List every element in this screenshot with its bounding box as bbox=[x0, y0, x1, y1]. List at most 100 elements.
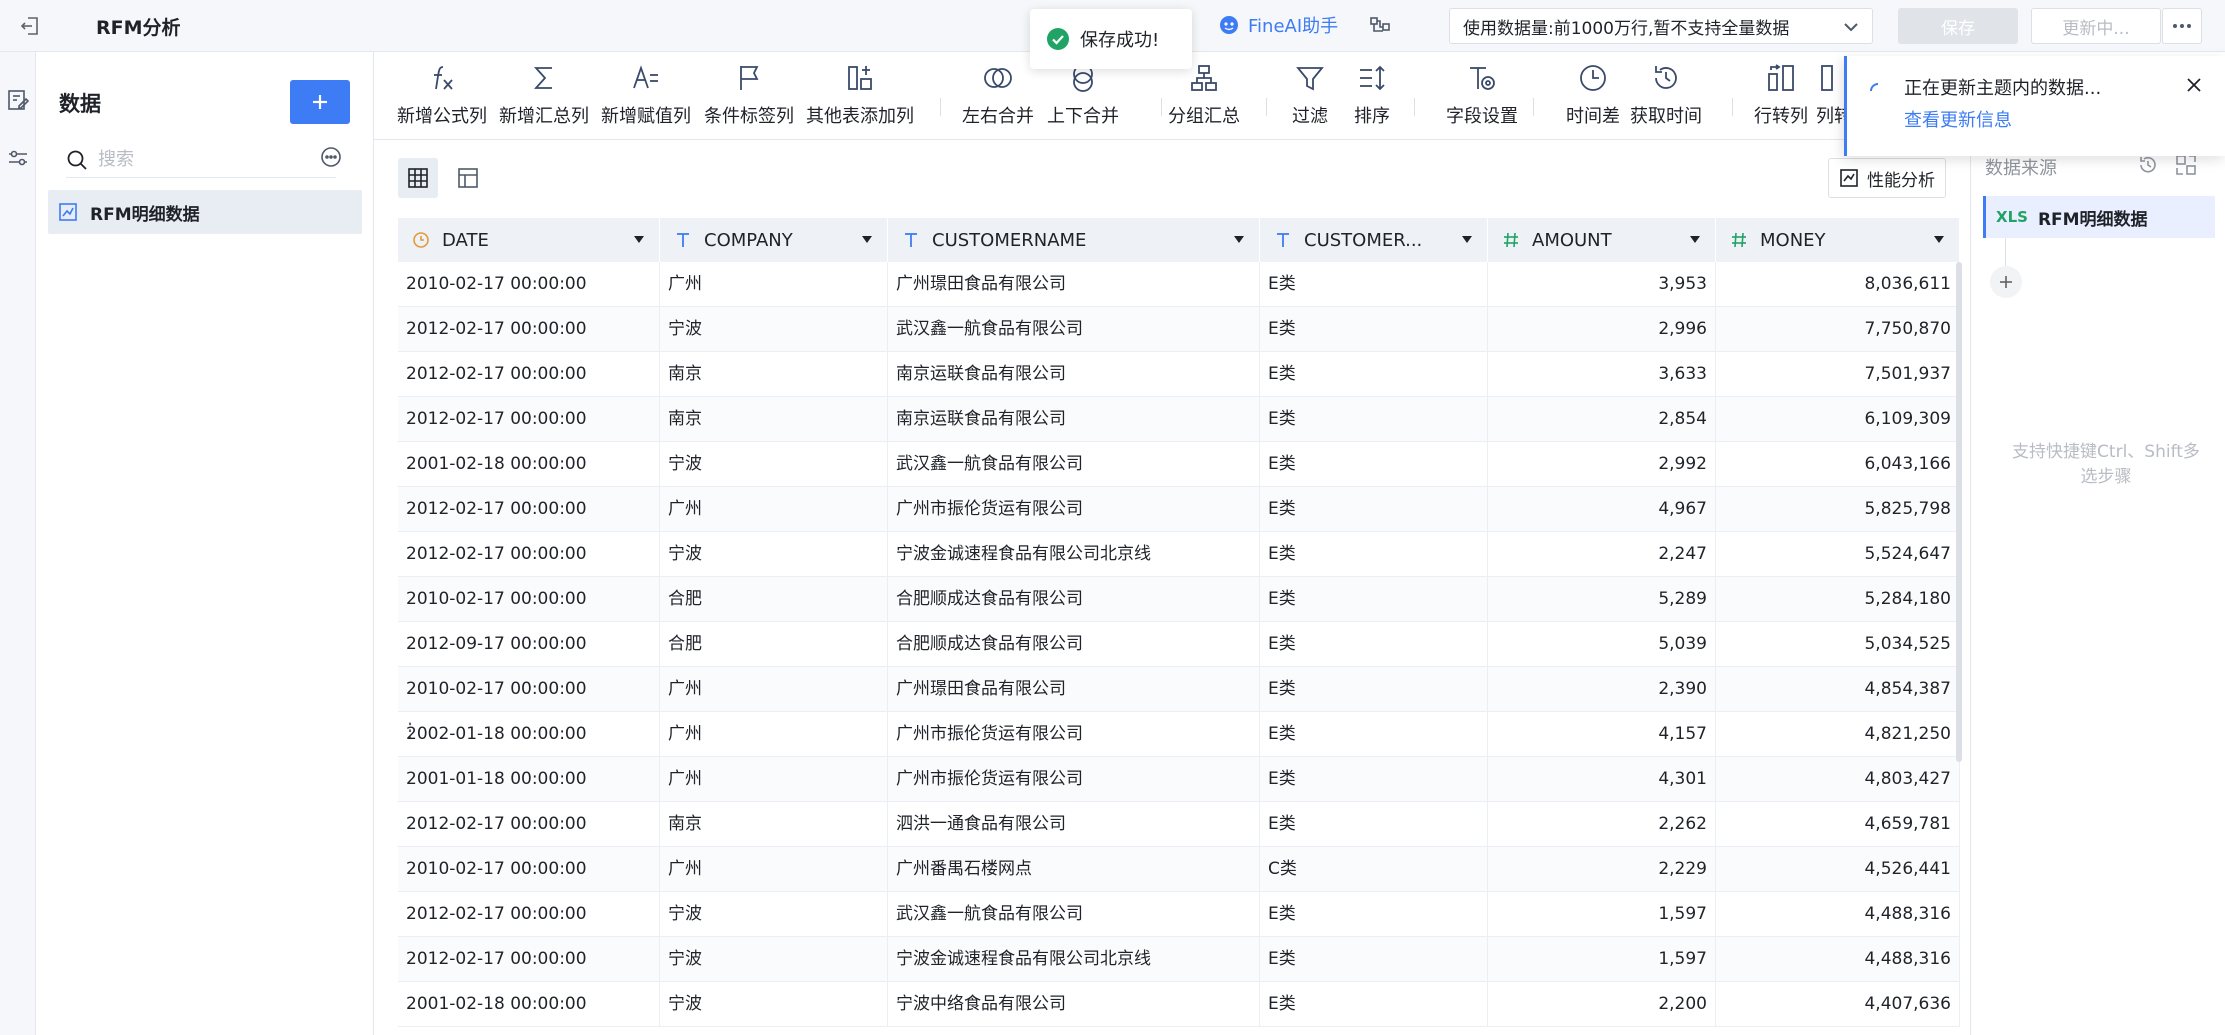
caret-down-icon[interactable] bbox=[1233, 235, 1245, 245]
shortcut-hint: 支持快捷键Ctrl、Shift多选步骤 bbox=[2012, 442, 2200, 487]
tool-merge-left-right[interactable]: 左右合并 bbox=[962, 62, 1034, 128]
table-row[interactable]: 2010-02-17 00:00:00 广州 广州璟田食品有限公司 E类 2,390 4,… bbox=[398, 667, 1960, 712]
tool-get-time[interactable]: 获取时间 bbox=[1630, 62, 1702, 128]
xls-badge: XLS bbox=[1996, 208, 2028, 226]
table-row[interactable]: 2010-02-17 00:00:00 合肥 合肥顺成达食品有限公司 E类 5,289 5… bbox=[398, 577, 1960, 622]
table-row[interactable]: 2001-02-18 00:00:00 宁波 武汉鑫一航食品有限公司 E类 2,992 6… bbox=[398, 442, 1960, 487]
data-volume-select[interactable]: 使用数据量:前1000万行,暂不支持全量数据 bbox=[1449, 8, 1873, 44]
data-volume-value: 使用数据量:前1000万行,暂不支持全量数据 bbox=[1463, 18, 1790, 39]
tool-sort[interactable]: 排序 bbox=[1354, 62, 1390, 128]
history-icon[interactable] bbox=[2137, 154, 2159, 176]
more-menu-button[interactable] bbox=[2162, 8, 2202, 44]
update-button[interactable]: 更新中... bbox=[2031, 8, 2161, 44]
search-input[interactable] bbox=[98, 149, 298, 170]
table-row[interactable]: 2001-01-18 00:00:00 广州 广州市振伦货运有限公司 E类 4,301 4… bbox=[398, 757, 1960, 802]
table-scrollbar[interactable] bbox=[1956, 262, 1962, 762]
data-edit-icon[interactable] bbox=[6, 88, 30, 112]
tool-group-summary[interactable]: 分组汇总 bbox=[1168, 62, 1240, 128]
tool-summary-column[interactable]: 新增汇总列 bbox=[499, 62, 589, 128]
column-header[interactable]: CUSTOMERNAME bbox=[888, 218, 1260, 262]
table-row[interactable]: 2012-02-17 00:00:00 广州 广州市振伦货运有限公司 E类 4,967 5… bbox=[398, 487, 1960, 532]
table-cell: 广州 bbox=[660, 712, 888, 757]
toolbar-divider bbox=[1533, 98, 1534, 116]
sum-icon bbox=[533, 67, 552, 89]
exit-icon[interactable] bbox=[18, 14, 42, 38]
caret-down-icon[interactable] bbox=[1933, 235, 1945, 245]
tool-label: 时间差 bbox=[1566, 106, 1620, 127]
column-header[interactable]: COMPANY bbox=[660, 218, 888, 262]
table-cell: 广州璟田食品有限公司 bbox=[888, 262, 1260, 307]
tool-filter[interactable]: 过滤 bbox=[1292, 62, 1328, 128]
tool-row-to-column[interactable]: 行转列 bbox=[1754, 62, 1808, 128]
add-step-button[interactable] bbox=[1990, 266, 2022, 298]
hash-icon bbox=[1730, 231, 1748, 249]
close-icon[interactable] bbox=[2185, 76, 2203, 94]
table-cell: C类 bbox=[1260, 847, 1488, 892]
table-cell: 2010-02-17 00:00:00 bbox=[398, 262, 660, 307]
row-to-col-icon bbox=[1768, 64, 1794, 91]
caret-down-icon[interactable] bbox=[861, 235, 873, 245]
layout-view-button[interactable] bbox=[448, 158, 488, 198]
table-cell: 8,036,611 bbox=[1716, 262, 1960, 307]
fineai-assistant-button[interactable]: FineAI助手 bbox=[1218, 12, 1338, 38]
table-cell: E类 bbox=[1260, 307, 1488, 352]
table-row[interactable]: 2012-02-17 00:00:00 南京 南京运联食品有限公司 E类 2,854 6,… bbox=[398, 397, 1960, 442]
structure-icon[interactable] bbox=[2175, 154, 2197, 176]
table-cell: 2,390 bbox=[1488, 667, 1716, 712]
caret-down-icon[interactable] bbox=[633, 235, 645, 245]
tool-field-settings[interactable]: 字段设置 bbox=[1446, 62, 1518, 128]
table-cell: 广州 bbox=[660, 757, 888, 802]
caret-down-icon[interactable] bbox=[1689, 235, 1701, 245]
caret-down-icon[interactable] bbox=[1461, 235, 1473, 245]
sidebar-item-rfm-data[interactable]: RFM明细数据 bbox=[48, 190, 362, 234]
data-source-panel: 数据来源 XLS RFM明细数据 支持快捷键Ctrl、Shift多选步骤 bbox=[1970, 140, 2225, 1035]
table-cell: E类 bbox=[1260, 757, 1488, 802]
get-time-icon bbox=[1655, 66, 1677, 89]
table-cell: 宁波 bbox=[660, 982, 888, 1027]
table-row[interactable]: 2012-02-17 00:00:00 南京 南京运联食品有限公司 E类 3,633 7,… bbox=[398, 352, 1960, 397]
flow-diagram-icon[interactable] bbox=[1368, 14, 1392, 38]
table-cell: 2,996 bbox=[1488, 307, 1716, 352]
tool-label: 获取时间 bbox=[1630, 106, 1702, 127]
column-header[interactable]: AMOUNT bbox=[1488, 218, 1716, 262]
table-row[interactable]: 2012-02-17 00:00:00 南京 泗洪一通食品有限公司 E类 2,262 4,… bbox=[398, 802, 1960, 847]
table-row[interactable]: 2012-09-17 00:00:00 合肥 合肥顺成达食品有限公司 E类 5,039 5… bbox=[398, 622, 1960, 667]
tool-add-from-other-table[interactable]: 其他表添加列 bbox=[806, 62, 914, 128]
settings-sliders-icon[interactable] bbox=[6, 146, 30, 170]
table-cell: 广州市振伦货运有限公司 bbox=[888, 757, 1260, 802]
table-cell: 南京运联食品有限公司 bbox=[888, 397, 1260, 442]
formula-icon bbox=[434, 66, 453, 90]
view-update-info-link[interactable]: 查看更新信息 bbox=[1904, 106, 2012, 132]
grid-view-button[interactable] bbox=[398, 158, 438, 198]
more-options-icon[interactable] bbox=[320, 146, 342, 168]
table-row[interactable]: 2012-02-17 00:00:00 宁波 武汉鑫一航食品有限公司 E类 2,996 7… bbox=[398, 307, 1960, 352]
table-row[interactable]: 2012-02-17 00:00:00 宁波 宁波金诚速程食品有限公司北京线 E类 1,… bbox=[398, 937, 1960, 982]
toolbar-divider bbox=[940, 98, 941, 116]
table-cell: 合肥顺成达食品有限公司 bbox=[888, 622, 1260, 667]
tool-condition-tag[interactable]: 条件标签列 bbox=[704, 62, 794, 128]
column-header[interactable]: MONEY bbox=[1716, 218, 1960, 262]
add-data-button[interactable] bbox=[290, 80, 350, 124]
table-cell: 2010-02-17 00:00:00 bbox=[398, 667, 660, 712]
table-row[interactable]: 2001-02-18 00:00:00 宁波 宁波中络食品有限公司 E类 2,200 4,… bbox=[398, 982, 1960, 1027]
table-row[interactable]: 2002-01-18 00:00:00 广州 广州市振伦货运有限公司 E类 4,157 4… bbox=[398, 712, 1960, 757]
table-row[interactable]: 2010-02-17 00:00:00 广州 广州璟田食品有限公司 E类 3,953 8,… bbox=[398, 262, 1960, 307]
tool-merge-up-down[interactable]: 上下合并 bbox=[1047, 62, 1119, 128]
tool-label: 新增公式列 bbox=[397, 106, 487, 127]
table-row[interactable]: 2012-02-17 00:00:00 宁波 武汉鑫一航食品有限公司 E类 1,597 4… bbox=[398, 892, 1960, 937]
tool-assign-column[interactable]: 新增赋值列 bbox=[601, 62, 691, 128]
tool-time-diff[interactable]: 时间差 bbox=[1566, 62, 1620, 128]
tool-label: 上下合并 bbox=[1047, 106, 1119, 127]
table-cell: 4,967 bbox=[1488, 487, 1716, 532]
column-header[interactable]: DATE bbox=[398, 218, 660, 262]
column-header[interactable]: CUSTOMER... bbox=[1260, 218, 1488, 262]
source-item-rfm-data[interactable]: XLS RFM明细数据 bbox=[1983, 196, 2215, 238]
table-row[interactable]: 2012-02-17 00:00:00 宁波 宁波金诚速程食品有限公司北京线 E类 2,… bbox=[398, 532, 1960, 577]
table-cell: 6,043,166 bbox=[1716, 442, 1960, 487]
table-row[interactable]: 2010-02-17 00:00:00 广州 广州番禺石楼网点 C类 2,229 4,52… bbox=[398, 847, 1960, 892]
performance-analysis-button[interactable]: 性能分析 bbox=[1828, 158, 1946, 198]
tool-formula-column[interactable]: 新增公式列 bbox=[397, 62, 487, 128]
table-cell: 广州 bbox=[660, 847, 888, 892]
ai-robot-icon bbox=[1220, 16, 1238, 34]
save-button[interactable]: 保存 bbox=[1898, 8, 2018, 44]
